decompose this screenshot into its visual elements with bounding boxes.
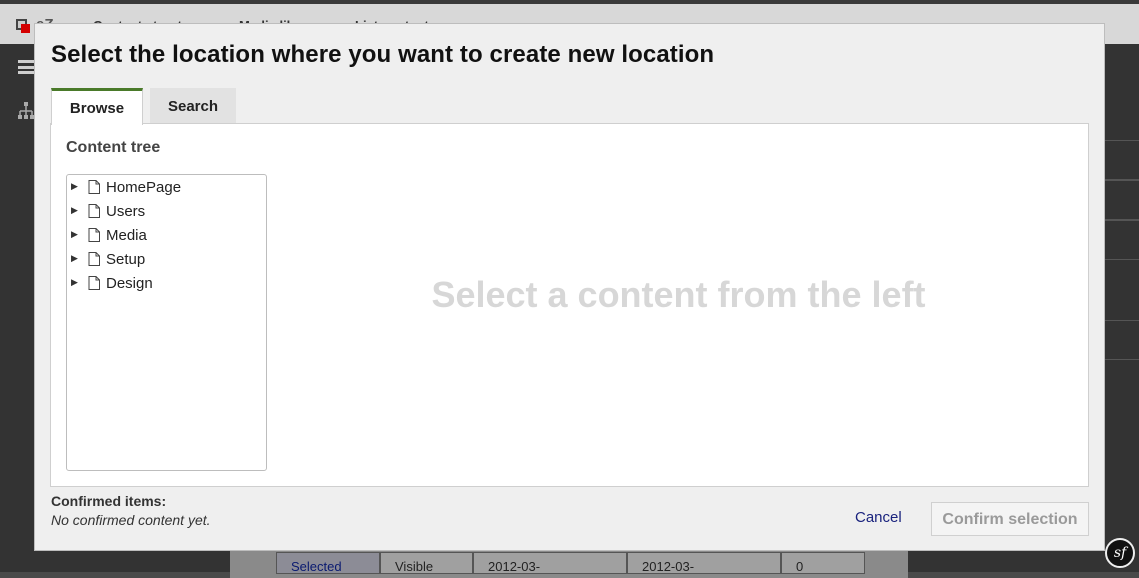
tree-item-label: Media (106, 227, 147, 244)
tab-search[interactable]: Search (150, 88, 236, 124)
table-cell: 0 (781, 552, 865, 574)
side-panel-slot (1104, 220, 1139, 260)
location-picker-dialog: Select the location where you want to cr… (34, 23, 1105, 551)
table-cell[interactable]: Selected (276, 552, 380, 574)
selection-placeholder: Select a content from the left (431, 274, 926, 315)
app-logo (16, 19, 32, 33)
table-cell: Visible (380, 552, 473, 574)
side-panel-slot (1104, 180, 1139, 220)
expand-arrow-icon[interactable]: ▶ (71, 181, 78, 192)
expand-arrow-icon[interactable]: ▶ (71, 253, 78, 264)
table-cell: 2012-03- (473, 552, 627, 574)
content-tree-heading: Content tree (66, 139, 161, 156)
expand-arrow-icon[interactable]: ▶ (71, 229, 78, 240)
document-icon (88, 228, 100, 242)
document-icon (88, 252, 100, 266)
confirmed-items-label: Confirmed items: (51, 493, 167, 509)
document-icon (88, 204, 100, 218)
side-panel-slot (1104, 320, 1139, 360)
browse-panel: Content tree ▶ HomePage ▶ Users ▶ Media … (50, 123, 1089, 487)
dialog-title: Select the location where you want to cr… (51, 41, 715, 68)
expand-arrow-icon[interactable]: ▶ (71, 205, 78, 216)
document-icon (88, 276, 100, 290)
confirm-selection-button[interactable]: Confirm selection (931, 502, 1089, 536)
table-cell: 2012-03- (627, 552, 781, 574)
expand-arrow-icon[interactable]: ▶ (71, 277, 78, 288)
cancel-button[interactable]: Cancel (855, 509, 902, 526)
side-panel-slot (1104, 140, 1139, 180)
tab-browse[interactable]: Browse (51, 88, 143, 125)
document-icon (88, 180, 100, 194)
symfony-toolbar-icon[interactable]: sf (1105, 538, 1135, 568)
sitemap-icon[interactable] (18, 102, 34, 125)
tree-item-label: Design (106, 275, 153, 292)
confirmed-items-empty: No confirmed content yet. (51, 512, 211, 528)
content-tree: ▶ HomePage ▶ Users ▶ Media ▶ Setup ▶ Des… (66, 174, 267, 471)
tree-item-label: Users (106, 203, 146, 220)
tree-item-label: HomePage (106, 179, 182, 196)
tree-item-label: Setup (106, 251, 146, 268)
